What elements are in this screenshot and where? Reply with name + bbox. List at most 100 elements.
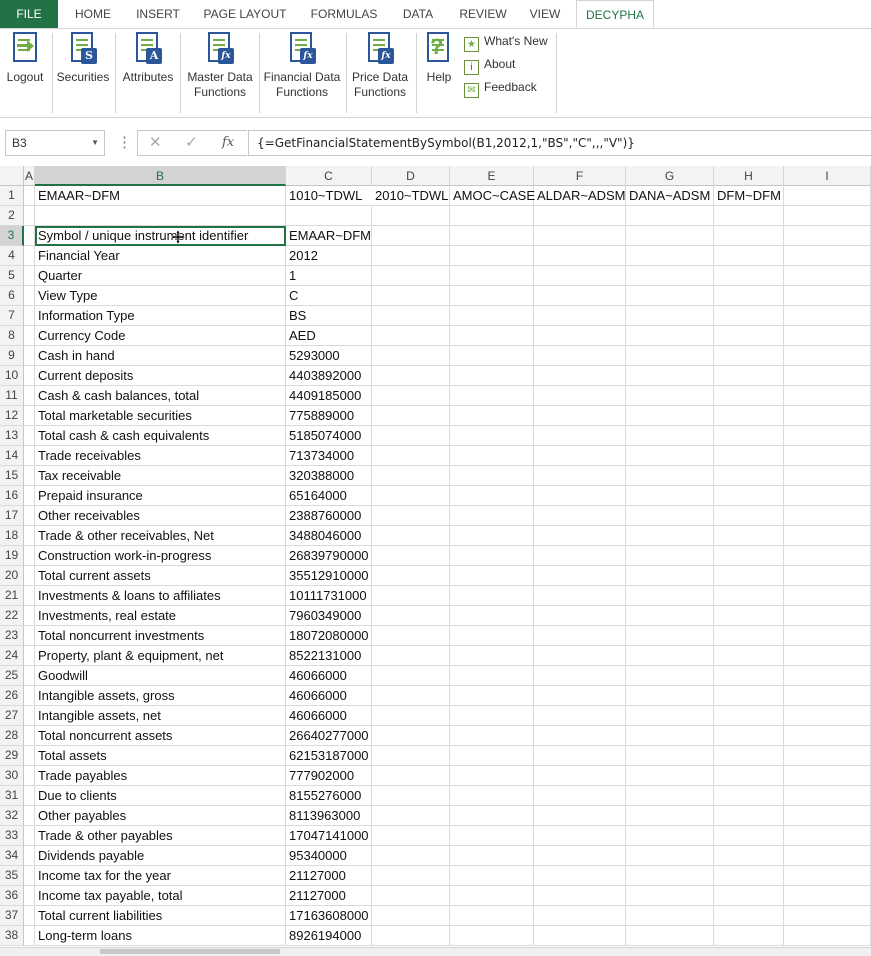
cell-b[interactable]: Total cash & cash equivalents <box>35 426 286 446</box>
cell-h[interactable] <box>714 446 784 466</box>
cell-g[interactable] <box>626 646 714 666</box>
cell-g[interactable] <box>626 326 714 346</box>
help-button[interactable]: ? Help <box>422 29 456 85</box>
cell-d[interactable] <box>372 286 450 306</box>
name-box[interactable]: B3 ▼ <box>5 130 105 156</box>
cell-d[interactable] <box>372 926 450 946</box>
cell-i[interactable] <box>784 546 871 566</box>
cell-f[interactable] <box>534 726 626 746</box>
cell-b[interactable]: Due to clients <box>35 786 286 806</box>
cell-f[interactable] <box>534 306 626 326</box>
tab-review[interactable]: REVIEW <box>452 0 514 28</box>
cell-d[interactable] <box>372 346 450 366</box>
cell-a[interactable] <box>24 546 35 566</box>
cell-a[interactable] <box>24 246 35 266</box>
cell-a[interactable] <box>24 746 35 766</box>
scrollbar-thumb[interactable] <box>100 949 280 954</box>
row-header[interactable]: 24 <box>0 646 24 666</box>
cell-i[interactable] <box>784 886 871 906</box>
cell-f[interactable] <box>534 886 626 906</box>
cell-e[interactable] <box>450 366 534 386</box>
cell-f[interactable] <box>534 786 626 806</box>
cell-e[interactable] <box>450 346 534 366</box>
cell-e[interactable] <box>450 806 534 826</box>
cell-b[interactable]: Trade receivables <box>35 446 286 466</box>
cell-e[interactable] <box>450 846 534 866</box>
cell-h[interactable] <box>714 486 784 506</box>
about-button[interactable]: i About <box>464 55 515 75</box>
cell-g[interactable] <box>626 246 714 266</box>
cell-h[interactable] <box>714 846 784 866</box>
cell-c[interactable]: 35512910000 <box>286 566 372 586</box>
cell-i[interactable] <box>784 306 871 326</box>
cell-b[interactable]: Quarter <box>35 266 286 286</box>
cell-i[interactable] <box>784 386 871 406</box>
cell-c[interactable]: 8522131000 <box>286 646 372 666</box>
cell-e[interactable] <box>450 586 534 606</box>
cell-h[interactable] <box>714 746 784 766</box>
cell-i[interactable] <box>784 366 871 386</box>
cell-c[interactable]: EMAAR~DFM <box>286 226 372 246</box>
cell-i[interactable] <box>784 526 871 546</box>
cell-i[interactable] <box>784 186 871 206</box>
cell-a[interactable] <box>24 426 35 446</box>
cell-a[interactable] <box>24 366 35 386</box>
cell-c[interactable]: 4409185000 <box>286 386 372 406</box>
cell-g[interactable] <box>626 886 714 906</box>
cell-i[interactable] <box>784 766 871 786</box>
cell-h[interactable] <box>714 566 784 586</box>
cell-b[interactable]: Total marketable securities <box>35 406 286 426</box>
cell-h[interactable] <box>714 206 784 226</box>
cell-a[interactable] <box>24 766 35 786</box>
cell-e[interactable] <box>450 306 534 326</box>
cell-d[interactable] <box>372 866 450 886</box>
cell-d[interactable] <box>372 766 450 786</box>
cell-c[interactable]: AED <box>286 326 372 346</box>
cell-g[interactable] <box>626 826 714 846</box>
cell-h[interactable] <box>714 906 784 926</box>
cell-i[interactable] <box>784 666 871 686</box>
cell-h[interactable] <box>714 246 784 266</box>
cell-e[interactable] <box>450 386 534 406</box>
cell-g[interactable] <box>626 546 714 566</box>
cell-i[interactable] <box>784 726 871 746</box>
cell-c[interactable]: 8926194000 <box>286 926 372 946</box>
cell-f[interactable] <box>534 266 626 286</box>
more-options-icon[interactable]: ⋮ <box>117 130 132 156</box>
cell-c[interactable]: 46066000 <box>286 686 372 706</box>
cell-e[interactable] <box>450 506 534 526</box>
cell-h[interactable] <box>714 546 784 566</box>
cell-e[interactable] <box>450 826 534 846</box>
cell-f[interactable] <box>534 526 626 546</box>
column-header-h[interactable]: H <box>714 166 784 186</box>
row-header[interactable]: 28 <box>0 726 24 746</box>
column-header-e[interactable]: E <box>450 166 534 186</box>
cell-h[interactable] <box>714 286 784 306</box>
tab-file[interactable]: FILE <box>0 0 58 28</box>
cell-c[interactable]: 95340000 <box>286 846 372 866</box>
cell-f[interactable] <box>534 546 626 566</box>
cell-d[interactable] <box>372 906 450 926</box>
cell-f[interactable] <box>534 746 626 766</box>
cell-i[interactable] <box>784 846 871 866</box>
cell-h[interactable] <box>714 766 784 786</box>
row-header[interactable]: 23 <box>0 626 24 646</box>
cell-b[interactable]: Other payables <box>35 806 286 826</box>
tab-formulas[interactable]: FORMULAS <box>302 0 386 28</box>
cell-b[interactable]: Investments, real estate <box>35 606 286 626</box>
cell-a[interactable] <box>24 846 35 866</box>
cell-g[interactable] <box>626 286 714 306</box>
cell-f[interactable] <box>534 906 626 926</box>
cell-d[interactable] <box>372 606 450 626</box>
cell-f[interactable] <box>534 506 626 526</box>
cell-a[interactable] <box>24 346 35 366</box>
cell-d[interactable] <box>372 266 450 286</box>
cell-c[interactable]: 18072080000 <box>286 626 372 646</box>
cell-e[interactable] <box>450 686 534 706</box>
financial-data-functions-button[interactable]: fx Financial Data Functions <box>262 29 342 100</box>
cell-h[interactable] <box>714 306 784 326</box>
cell-f[interactable] <box>534 686 626 706</box>
cell-b[interactable]: Income tax payable, total <box>35 886 286 906</box>
cell-e[interactable] <box>450 646 534 666</box>
cell-h[interactable]: DFM~DFM <box>714 186 784 206</box>
